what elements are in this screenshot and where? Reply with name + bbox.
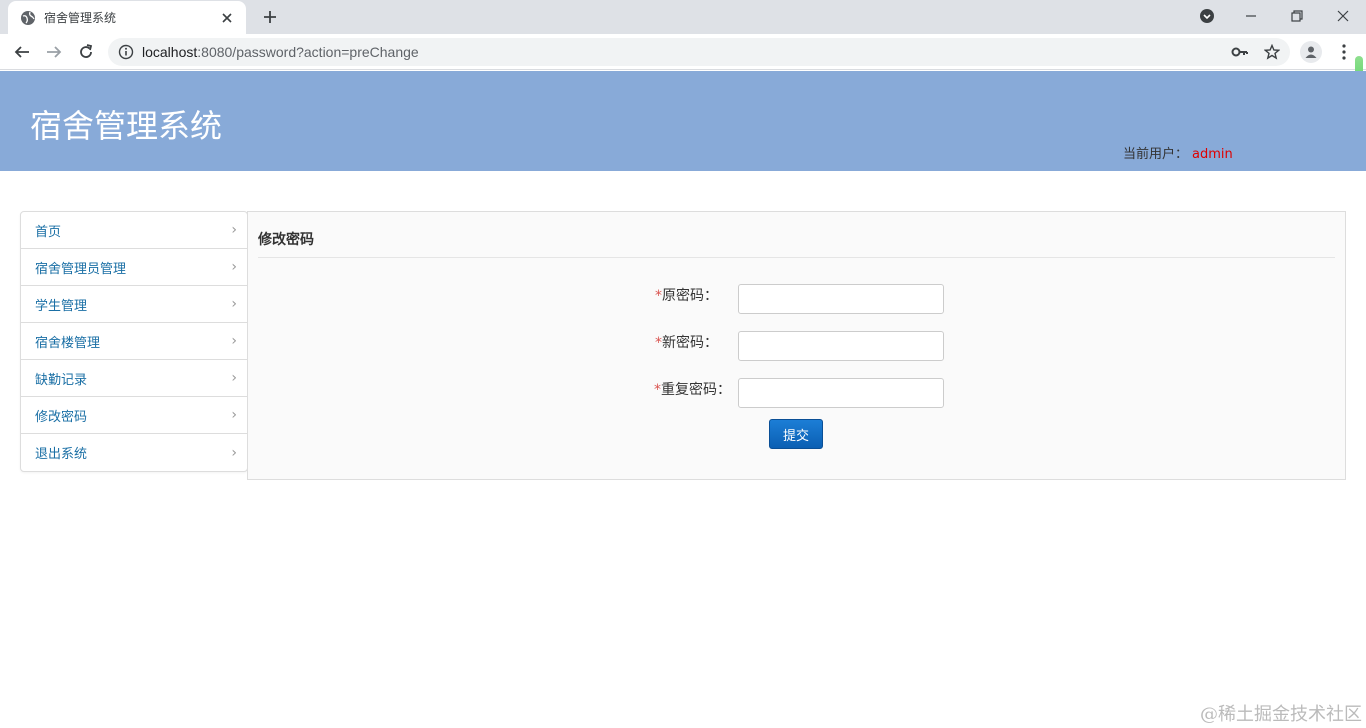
- sidebar-item-buildings[interactable]: 宿舍楼管理 ›: [21, 323, 247, 360]
- repeat-password-label: *重复密码：: [654, 382, 731, 398]
- page: 宿舍管理系统 当前用户： admin 首页 › 宿舍管理员管理 › 学生管理 › …: [0, 71, 1366, 728]
- browser-tab[interactable]: 宿舍管理系统: [8, 1, 246, 34]
- new-password-input[interactable]: [738, 331, 944, 361]
- info-icon[interactable]: [118, 44, 134, 60]
- forward-arrow-icon[interactable]: [42, 40, 66, 64]
- tab-title: 宿舍管理系统: [44, 11, 117, 25]
- sidebar-item-label: 修改密码: [35, 409, 88, 425]
- divider: [258, 257, 1335, 258]
- chevron-right-icon: ›: [231, 222, 237, 238]
- chevron-right-icon: ›: [231, 370, 237, 386]
- back-arrow-icon[interactable]: [10, 40, 34, 64]
- repeat-password-input[interactable]: [738, 378, 944, 408]
- header-banner: 宿舍管理系统 当前用户： admin: [0, 71, 1366, 171]
- minimize-icon[interactable]: [1237, 4, 1265, 28]
- globe-icon: [20, 10, 36, 26]
- url-host: localhost: [142, 44, 198, 60]
- sidebar-item-label: 退出系统: [35, 447, 88, 462]
- sidebar-item-label: 学生管理: [35, 298, 88, 314]
- address-bar[interactable]: localhost:8080/password?action=preChange: [108, 38, 1290, 66]
- key-icon[interactable]: [1230, 42, 1250, 62]
- more-menu-icon[interactable]: [1334, 40, 1354, 64]
- chevron-right-icon: ›: [231, 259, 237, 275]
- repeat-password-row: *重复密码：: [641, 379, 731, 399]
- sidebar-item-label: 宿舍楼管理: [35, 335, 101, 351]
- sidebar-item-absence[interactable]: 缺勤记录 ›: [21, 360, 247, 397]
- new-tab-plus-icon[interactable]: [260, 7, 280, 27]
- current-user-info: 当前用户： admin: [1123, 143, 1233, 162]
- site-title: 宿舍管理系统: [30, 108, 223, 144]
- chevron-right-icon: ›: [231, 333, 237, 349]
- required-mark: *: [655, 335, 662, 351]
- url-path: :8080/password?action=preChange: [197, 44, 419, 60]
- chevron-right-icon: ›: [231, 444, 237, 461]
- sidebar-item-dorm-admin[interactable]: 宿舍管理员管理 ›: [21, 249, 247, 286]
- main-panel: 修改密码 *原密码： *新密码： *重复密码： 提交: [247, 211, 1346, 480]
- submit-button[interactable]: 提交: [769, 419, 823, 449]
- bookmark-star-icon[interactable]: [1262, 42, 1282, 62]
- browser-tabstrip: 宿舍管理系统: [0, 0, 1366, 34]
- watermark: @稀土掘金技术社区: [1200, 704, 1362, 725]
- sidebar-item-logout[interactable]: 退出系统 ›: [21, 434, 247, 471]
- profile-avatar-icon[interactable]: [1300, 41, 1322, 63]
- browser-toolbar: localhost:8080/password?action=preChange: [0, 34, 1366, 70]
- sidebar-item-change-password[interactable]: 修改密码 ›: [21, 397, 247, 434]
- restore-icon[interactable]: [1283, 4, 1311, 28]
- old-password-label: *原密码：: [655, 288, 718, 304]
- tab-search-icon[interactable]: [1193, 4, 1221, 28]
- sidebar-menu: 首页 › 宿舍管理员管理 › 学生管理 › 宿舍楼管理 › 缺勤记录 › 修改密…: [20, 211, 248, 472]
- current-user-label: 当前用户：: [1123, 147, 1189, 162]
- new-password-label: *新密码：: [655, 335, 718, 351]
- required-mark: *: [654, 382, 661, 398]
- page-title: 修改密码: [258, 232, 314, 248]
- chevron-right-icon: ›: [231, 296, 237, 312]
- sidebar-item-students[interactable]: 学生管理 ›: [21, 286, 247, 323]
- current-username: admin: [1192, 147, 1233, 162]
- sidebar-item-home[interactable]: 首页 ›: [21, 212, 247, 249]
- close-icon[interactable]: [218, 9, 236, 27]
- required-mark: *: [655, 288, 662, 304]
- sidebar-item-label: 缺勤记录: [35, 372, 88, 388]
- chevron-right-icon: ›: [231, 407, 237, 423]
- new-password-row: *新密码：: [628, 332, 718, 352]
- old-password-input[interactable]: [738, 284, 944, 314]
- sidebar-item-label: 首页: [35, 224, 62, 240]
- reload-icon[interactable]: [74, 40, 98, 64]
- window-close-icon[interactable]: [1329, 4, 1357, 28]
- sidebar-item-label: 宿舍管理员管理: [35, 261, 127, 277]
- old-password-row: *原密码：: [628, 285, 718, 305]
